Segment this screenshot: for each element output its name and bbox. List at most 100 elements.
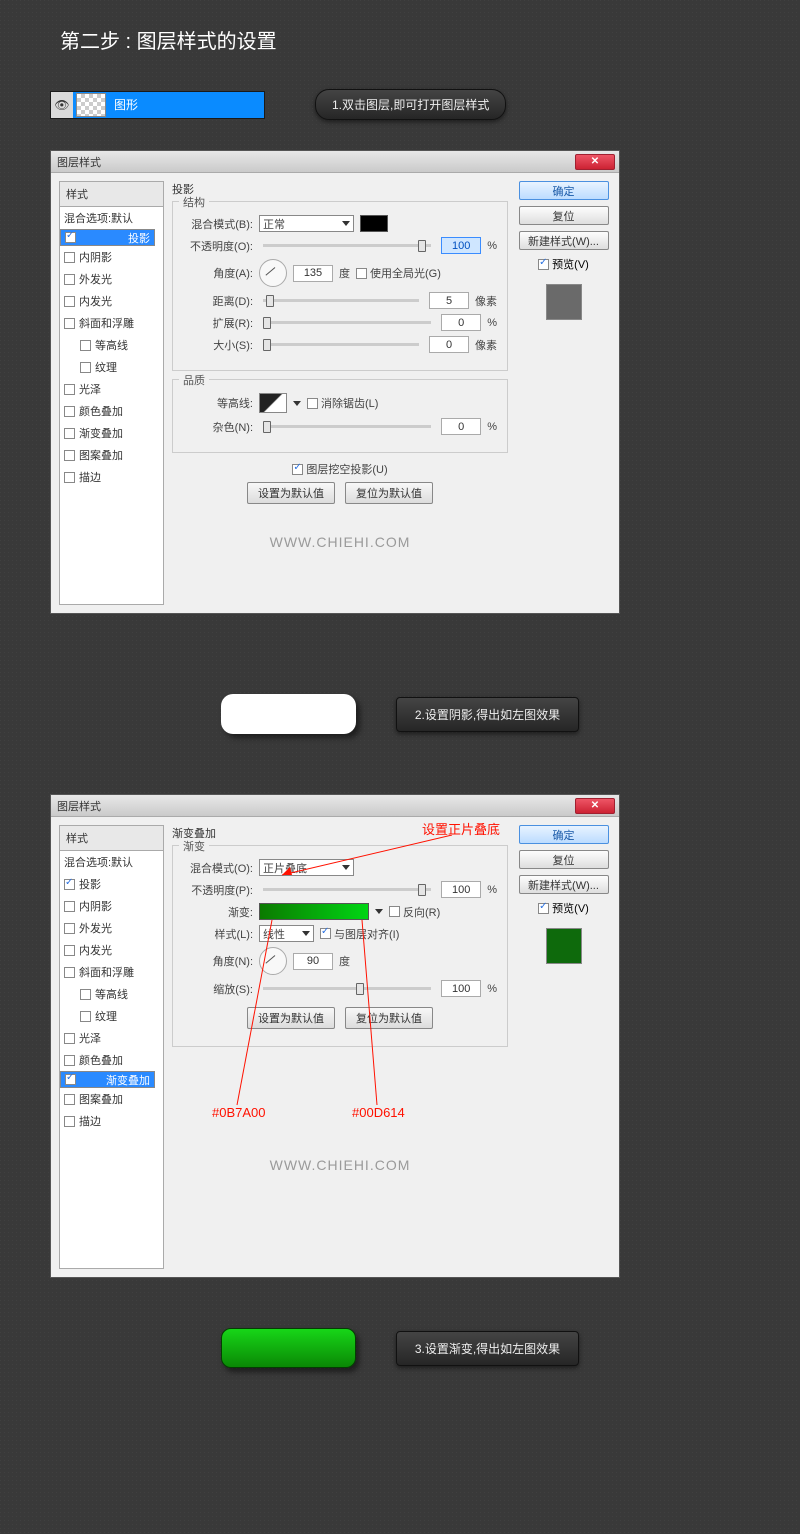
style-bevel[interactable]: 斜面和浮雕 — [60, 312, 163, 334]
style-outer-glow[interactable]: 外发光 — [60, 917, 163, 939]
layer-name: 图形 — [114, 96, 138, 113]
blend-options[interactable]: 混合选项:默认 — [60, 207, 163, 229]
preview-swatch — [546, 928, 582, 964]
opacity-value[interactable]: 100 — [441, 237, 481, 254]
size-value[interactable]: 0 — [429, 336, 469, 353]
style-contour[interactable]: 等高线 — [60, 334, 163, 356]
style-satin[interactable]: 光泽 — [60, 378, 163, 400]
cancel-button[interactable]: 复位 — [519, 850, 609, 869]
global-light-checkbox[interactable] — [356, 268, 367, 279]
style-inner-shadow[interactable]: 内阴影 — [60, 895, 163, 917]
noise-label: 杂色(N): — [183, 419, 253, 435]
style-pattern-overlay[interactable]: 图案叠加 — [60, 444, 163, 466]
reset-default-button[interactable]: 复位为默认值 — [345, 482, 433, 504]
style-satin[interactable]: 光泽 — [60, 1027, 163, 1049]
group-structure: 结构 — [179, 194, 209, 210]
style-texture[interactable]: 纹理 — [60, 1005, 163, 1027]
preview-label: 预览(V) — [552, 900, 589, 916]
blend-mode-label: 混合模式(B): — [183, 216, 253, 232]
contour-picker[interactable] — [259, 393, 287, 413]
style-stroke[interactable]: 描边 — [60, 1110, 163, 1132]
style-contour[interactable]: 等高线 — [60, 983, 163, 1005]
callout-1: 1.双击图层,即可打开图层样式 — [315, 89, 506, 120]
dialog-title: 图层样式 — [57, 154, 101, 170]
opacity-slider[interactable] — [263, 244, 431, 247]
angle-dial[interactable] — [259, 259, 287, 287]
group-quality: 品质 — [179, 372, 209, 388]
cancel-button[interactable]: 复位 — [519, 206, 609, 225]
style-pattern-overlay[interactable]: 图案叠加 — [60, 1088, 163, 1110]
gradient-picker[interactable] — [259, 903, 369, 920]
distance-slider[interactable] — [263, 299, 419, 302]
style-drop-shadow[interactable]: 投影 — [60, 873, 163, 895]
styles-header: 样式 — [60, 182, 163, 207]
chevron-down-icon[interactable] — [293, 401, 301, 406]
reverse-checkbox[interactable] — [389, 906, 400, 917]
size-label: 大小(S): — [183, 337, 253, 353]
scale-value[interactable]: 100 — [441, 980, 481, 997]
align-checkbox[interactable] — [320, 928, 331, 939]
style-select[interactable]: 线性 — [259, 925, 314, 942]
style-inner-glow[interactable]: 内发光 — [60, 939, 163, 961]
make-default-button[interactable]: 设置为默认值 — [247, 482, 335, 504]
shadow-color-swatch[interactable] — [360, 215, 388, 232]
style-color-overlay[interactable]: 颜色叠加 — [60, 400, 163, 422]
layer-style-dialog-2: 图层样式 ✕ 样式 混合选项:默认 投影 内阴影 外发光 内发光 斜面和浮雕 等… — [50, 794, 620, 1278]
reset-default-button[interactable]: 复位为默认值 — [345, 1007, 433, 1029]
layer-thumbnail — [76, 93, 106, 117]
ok-button[interactable]: 确定 — [519, 825, 609, 844]
spread-slider[interactable] — [263, 321, 431, 324]
watermark: WWW.CHIEHI.COM — [172, 1157, 508, 1173]
opacity-value[interactable]: 100 — [441, 881, 481, 898]
preview-checkbox[interactable] — [538, 259, 549, 270]
close-icon[interactable]: ✕ — [575, 154, 615, 170]
style-inner-glow[interactable]: 内发光 — [60, 290, 163, 312]
watermark: WWW.CHIEHI.COM — [172, 534, 508, 550]
style-list: 样式 混合选项:默认 投影 内阴影 外发光 内发光 斜面和浮雕 等高线 纹理 光… — [59, 825, 164, 1269]
style-list: 样式 混合选项:默认 投影 内阴影 外发光 内发光 斜面和浮雕 等高线 纹理 光… — [59, 181, 164, 605]
noise-value[interactable]: 0 — [441, 418, 481, 435]
preview-checkbox[interactable] — [538, 903, 549, 914]
new-style-button[interactable]: 新建样式(W)... — [519, 231, 609, 250]
make-default-button[interactable]: 设置为默认值 — [247, 1007, 335, 1029]
section-title: 渐变叠加 — [172, 825, 508, 841]
result-shape-white — [221, 694, 356, 734]
visibility-icon[interactable]: 👁 — [51, 92, 73, 118]
layer-item[interactable]: 👁 图形 — [50, 91, 265, 119]
layer-style-dialog-1: 图层样式 ✕ 样式 混合选项:默认 投影 内阴影 外发光 内发光 斜面和浮雕 等… — [50, 150, 620, 614]
spread-value[interactable]: 0 — [441, 314, 481, 331]
style-inner-shadow[interactable]: 内阴影 — [60, 246, 163, 268]
style-drop-shadow[interactable]: 投影 — [60, 229, 155, 246]
reverse-label: 反向(R) — [403, 904, 440, 920]
style-stroke[interactable]: 描边 — [60, 466, 163, 488]
antialias-checkbox[interactable] — [307, 398, 318, 409]
size-slider[interactable] — [263, 343, 419, 346]
style-gradient-overlay[interactable]: 渐变叠加 — [60, 422, 163, 444]
angle-value[interactable]: 90 — [293, 953, 333, 970]
noise-slider[interactable] — [263, 425, 431, 428]
page-title: 第二步 : 图层样式的设置 — [60, 25, 750, 54]
dialog-title: 图层样式 — [57, 798, 101, 814]
chevron-down-icon[interactable] — [375, 909, 383, 914]
style-outer-glow[interactable]: 外发光 — [60, 268, 163, 290]
ok-button[interactable]: 确定 — [519, 181, 609, 200]
blend-mode-select[interactable]: 正片叠底 — [259, 859, 354, 876]
style-gradient-overlay[interactable]: 渐变叠加 — [60, 1071, 155, 1088]
distance-value[interactable]: 5 — [429, 292, 469, 309]
group-gradient: 渐变 — [179, 838, 209, 854]
opacity-slider[interactable] — [263, 888, 431, 891]
contour-label: 等高线: — [183, 395, 253, 411]
blend-options[interactable]: 混合选项:默认 — [60, 851, 163, 873]
style-bevel[interactable]: 斜面和浮雕 — [60, 961, 163, 983]
knockout-checkbox[interactable] — [292, 464, 303, 475]
new-style-button[interactable]: 新建样式(W)... — [519, 875, 609, 894]
angle-dial[interactable] — [259, 947, 287, 975]
scale-slider[interactable] — [263, 987, 431, 990]
angle-value[interactable]: 135 — [293, 265, 333, 282]
scale-label: 缩放(S): — [183, 981, 253, 997]
close-icon[interactable]: ✕ — [575, 798, 615, 814]
style-color-overlay[interactable]: 颜色叠加 — [60, 1049, 163, 1071]
blend-mode-select[interactable]: 正常 — [259, 215, 354, 232]
spread-label: 扩展(R): — [183, 315, 253, 331]
style-texture[interactable]: 纹理 — [60, 356, 163, 378]
